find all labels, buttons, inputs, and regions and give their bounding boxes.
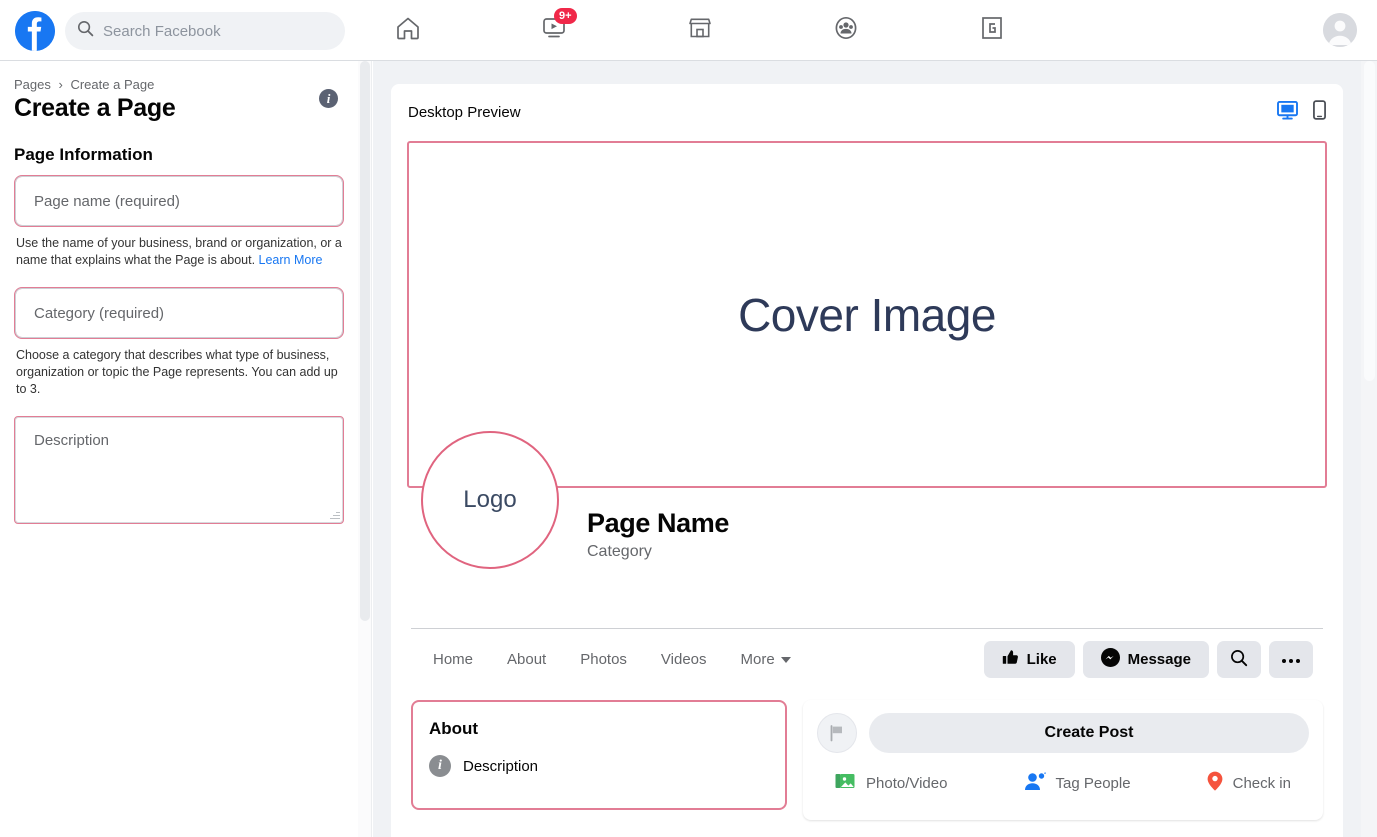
search-icon xyxy=(1230,649,1248,671)
tag-people-label: Tag People xyxy=(1055,774,1131,792)
tab-about-label: About xyxy=(507,651,547,668)
gaming-icon xyxy=(978,14,1006,47)
page-scrollbar-thumb[interactable] xyxy=(1364,61,1375,381)
cover-image-placeholder[interactable]: Cover Image xyxy=(407,141,1327,488)
chevron-down-icon xyxy=(780,656,791,663)
about-card-title: About xyxy=(429,719,479,738)
groups-icon xyxy=(832,14,860,47)
about-description-row: i Description xyxy=(429,755,769,777)
tag-people-button[interactable]: Tag People xyxy=(1024,771,1131,795)
message-button[interactable]: Message xyxy=(1082,641,1209,678)
about-card[interactable]: About i Description xyxy=(411,700,787,810)
page-search-button[interactable] xyxy=(1217,641,1261,678)
create-post-card: Create Post Photo/Video Tag People Check… xyxy=(803,700,1323,820)
preview-title: Desktop Preview xyxy=(408,104,521,121)
page-more-options-button[interactable] xyxy=(1269,641,1313,678)
learn-more-link[interactable]: Learn More xyxy=(259,253,323,267)
tab-home-label: Home xyxy=(433,651,474,668)
mobile-icon[interactable] xyxy=(1313,100,1326,125)
category-placeholder: Category (required) xyxy=(34,304,165,322)
nav-icon-group: 9+ xyxy=(380,0,1020,60)
resize-handle-icon[interactable] xyxy=(330,510,340,520)
create-post-button[interactable]: Create Post xyxy=(869,713,1309,753)
nav-gaming[interactable] xyxy=(964,2,1020,58)
flag-icon xyxy=(817,713,857,753)
about-description: Description xyxy=(463,757,539,775)
page-tab-row: Home About Photos Videos More Like Messa… xyxy=(411,628,1323,690)
video-badge: 9+ xyxy=(554,8,577,24)
info-icon[interactable]: i xyxy=(319,89,338,108)
thumbs-up-icon xyxy=(1002,649,1019,670)
breadcrumb: Pages › Create a Page xyxy=(14,77,344,92)
logo-placeholder[interactable]: Logo xyxy=(421,431,559,569)
nav-home[interactable] xyxy=(380,2,436,58)
avatar[interactable] xyxy=(1323,13,1357,47)
message-label: Message xyxy=(1127,651,1191,668)
check-in-label: Check in xyxy=(1232,774,1291,792)
ellipsis-icon xyxy=(1281,651,1301,668)
preview-page-name: Page Name xyxy=(587,508,729,538)
top-navigation-bar: 9+ xyxy=(0,0,1377,61)
marketplace-icon xyxy=(686,14,714,47)
post-action-row: Photo/Video Tag People Check in xyxy=(817,771,1309,795)
preview-lower-section: About i Description Create Post Photo/Vi… xyxy=(407,700,1327,820)
preview-page-category: Category xyxy=(587,543,652,560)
messenger-icon xyxy=(1100,648,1120,671)
facebook-logo-icon[interactable] xyxy=(15,11,55,51)
search-bar[interactable] xyxy=(65,12,345,50)
logo-label: Logo xyxy=(463,486,517,513)
tab-about[interactable]: About xyxy=(497,643,556,676)
page-title: Create a Page xyxy=(14,94,176,122)
page-action-buttons: Like Message xyxy=(983,641,1323,678)
create-post-row: Create Post xyxy=(817,713,1309,753)
description-placeholder: Description xyxy=(34,432,110,449)
tab-videos-label: Videos xyxy=(660,651,707,668)
page-name-placeholder: Page name (required) xyxy=(34,192,180,210)
cover-image-label: Cover Image xyxy=(738,288,996,341)
nav-marketplace[interactable] xyxy=(672,2,728,58)
page-scrollbar[interactable] xyxy=(1361,61,1377,837)
page-name-block: Page Name Category xyxy=(587,508,729,561)
search-input[interactable] xyxy=(103,22,333,40)
nav-video[interactable]: 9+ xyxy=(526,2,582,58)
page-tabs: Home About Photos Videos More xyxy=(411,643,801,676)
tag-people-icon xyxy=(1024,771,1046,795)
tab-home[interactable]: Home xyxy=(423,643,483,676)
photo-video-icon xyxy=(835,772,856,795)
breadcrumb-current: Create a Page xyxy=(70,77,155,92)
description-field[interactable]: Description xyxy=(14,416,344,524)
info-icon: i xyxy=(429,755,451,777)
create-post-label: Create Post xyxy=(1044,724,1134,741)
tab-photos[interactable]: Photos xyxy=(570,643,637,676)
photo-video-label: Photo/Video xyxy=(866,774,948,792)
preview-card: Desktop Preview Cover Image Logo Page Na… xyxy=(391,84,1343,837)
category-field[interactable]: Category (required) xyxy=(14,287,344,339)
page-identity: Logo Page Name Category xyxy=(407,431,1327,628)
breadcrumb-root[interactable]: Pages xyxy=(14,77,51,92)
preview-area: Desktop Preview Cover Image Logo Page Na… xyxy=(373,61,1377,837)
photo-video-button[interactable]: Photo/Video xyxy=(835,772,947,795)
nav-groups[interactable] xyxy=(818,2,874,58)
preview-header: Desktop Preview xyxy=(407,100,1327,125)
check-in-button[interactable]: Check in xyxy=(1207,771,1291,795)
tab-videos[interactable]: Videos xyxy=(651,643,717,676)
section-title-page-information: Page Information xyxy=(14,145,153,164)
create-page-sidebar: Pages › Create a Page Create a Page i Pa… xyxy=(0,61,358,837)
like-label: Like xyxy=(1026,651,1057,668)
sidebar-scrollbar-thumb[interactable] xyxy=(360,61,370,621)
page-name-helper-text: Use the name of your business, brand or … xyxy=(16,235,344,269)
location-pin-icon xyxy=(1207,771,1223,795)
breadcrumb-separator: › xyxy=(58,77,63,92)
category-helper-text: Choose a category that describes what ty… xyxy=(16,348,338,396)
tab-more-label: More xyxy=(740,651,775,668)
search-icon xyxy=(77,20,94,42)
sidebar-scrollbar[interactable] xyxy=(358,61,372,837)
page-name-field[interactable]: Page name (required) xyxy=(14,175,344,227)
home-icon xyxy=(394,14,422,47)
tab-more[interactable]: More xyxy=(731,643,801,676)
tab-photos-label: Photos xyxy=(580,651,627,668)
desktop-icon[interactable] xyxy=(1277,100,1298,125)
device-toggle-group xyxy=(1277,100,1326,125)
like-button[interactable]: Like xyxy=(983,641,1075,678)
